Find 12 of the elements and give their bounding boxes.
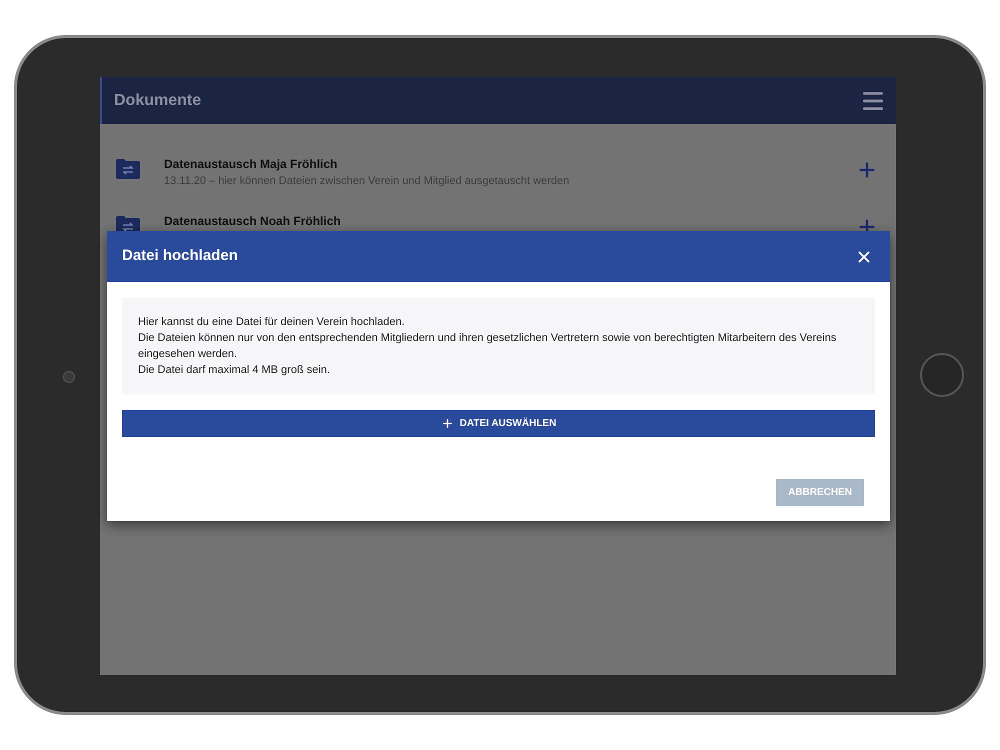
- info-text: Die Dateien können nur von den entsprechenden Mitgliedern und ihren gesetzlichen Vertretern sowie von berechtigten Mitarbeitern des Vereins eingesehen werden.: [138, 331, 838, 362]
- info-text: Hier kannst du eine Datei für deinen Verein hochladen.: [138, 315, 406, 330]
- dialog-title: Datei hochladen: [122, 246, 238, 266]
- item-title[interactable]: Datenaustausch Maja Fröhlich: [164, 155, 832, 173]
- select-file-button[interactable]: DATEI AUSWÄHLEN: [122, 410, 875, 437]
- info-text: Die Datei darf maximal 4 MB groß sein.: [138, 363, 331, 378]
- camera-icon: [63, 371, 75, 383]
- plus-icon: [440, 417, 454, 430]
- app-title: Dokumente: [114, 90, 202, 110]
- folder-swap-icon: [116, 159, 140, 179]
- home-button[interactable]: [920, 353, 964, 397]
- item-title[interactable]: Datenaustausch Noah Fröhlich: [164, 212, 832, 230]
